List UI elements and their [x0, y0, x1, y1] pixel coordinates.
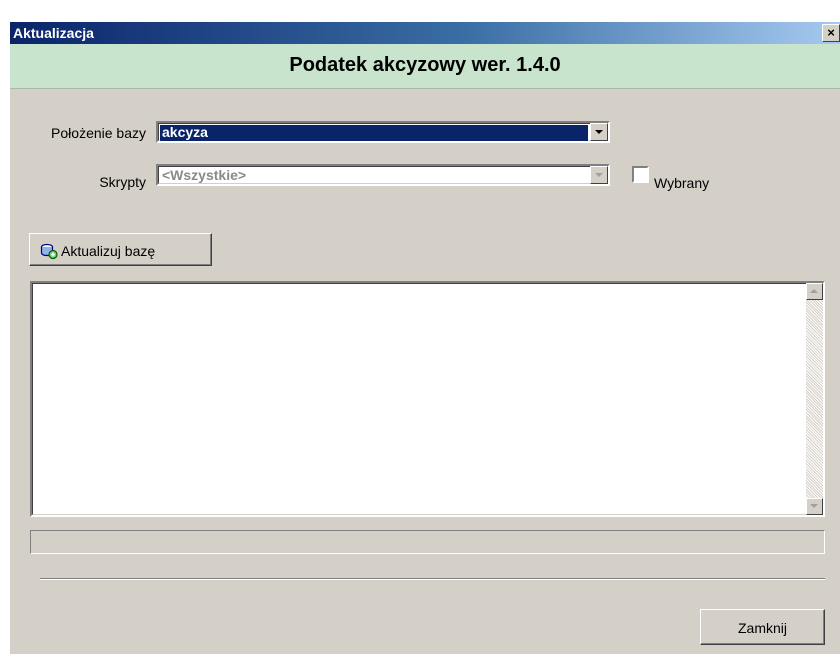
db-location-value: akcyza	[162, 124, 208, 140]
scroll-down-icon[interactable]	[806, 498, 823, 515]
db-location-label: Położenie bazy	[51, 125, 146, 141]
progress-bar	[30, 530, 825, 554]
close-icon: ×	[827, 25, 835, 40]
update-dialog: Aktualizacja × Podatek akcyzowy wer. 1.4…	[10, 22, 840, 654]
scripts-label: Skrypty	[99, 174, 146, 190]
close-window-button[interactable]: ×	[822, 24, 840, 42]
db-location-select[interactable]: akcyza	[156, 121, 610, 143]
update-database-button[interactable]: Aktualizuj bazę	[29, 233, 212, 266]
database-update-icon	[40, 243, 58, 260]
separator	[40, 578, 825, 580]
selection-highlight	[160, 125, 588, 141]
title-bar[interactable]: Aktualizacja ×	[10, 22, 840, 44]
close-button-label: Zamknij	[737, 620, 787, 636]
scroll-up-icon[interactable]	[806, 283, 823, 300]
selected-checkbox-label[interactable]: Wybrany	[654, 175, 709, 191]
close-button[interactable]: Zamknij	[700, 609, 825, 645]
header-banner: Podatek akcyzowy wer. 1.4.0	[10, 44, 840, 89]
log-textarea[interactable]	[30, 281, 825, 517]
update-database-label: Aktualizuj bazę	[61, 243, 156, 259]
window-title: Aktualizacja	[13, 25, 94, 41]
chevron-down-icon[interactable]	[590, 123, 608, 141]
scripts-value: <Wszystkie>	[162, 167, 247, 183]
chevron-down-icon[interactable]	[590, 166, 608, 184]
selected-checkbox[interactable]	[632, 166, 649, 183]
vertical-scrollbar[interactable]	[806, 283, 823, 515]
scripts-select[interactable]: <Wszystkie>	[156, 164, 610, 186]
app-version-title: Podatek akcyzowy wer. 1.4.0	[289, 54, 561, 76]
